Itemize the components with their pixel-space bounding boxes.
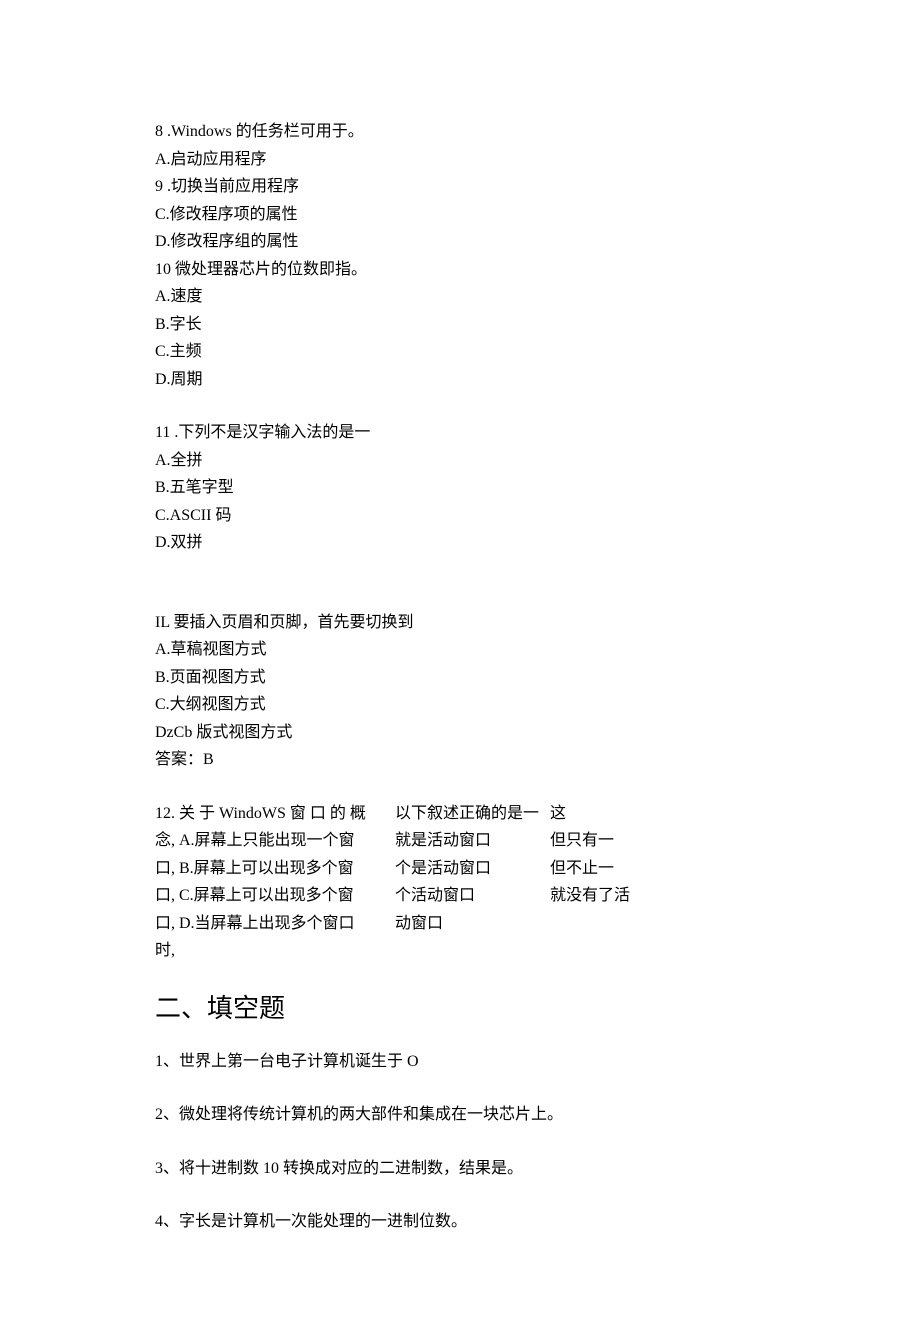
q8-stem: 8 .Windows 的任务栏可用于。 — [155, 118, 765, 146]
fill-4: 4、字长是计算机一次能处理的一进制位数。 — [155, 1208, 765, 1236]
q12-block: 12. 关 于 WindoWS 窗 口 的 概 念, A.屏幕上只能出现一个窗 … — [155, 800, 765, 965]
q10-option-a: A.速度 — [155, 283, 765, 311]
q10-stem: 10 微处理器芯片的位数即指。 — [155, 256, 765, 284]
q12-c3-l2: 但只有一 — [550, 827, 630, 855]
spacer — [155, 393, 765, 419]
q8-text: Windows 的任务栏可用于。 — [171, 123, 364, 140]
q10-option-d: D.周期 — [155, 366, 765, 394]
q8-sep: . — [163, 123, 171, 140]
qil-option-a: A.草稿视图方式 — [155, 636, 765, 664]
q8-option-d: D.修改程序组的属性 — [155, 228, 765, 256]
q12-c2-l5: 动窗口 — [395, 910, 550, 938]
spacer — [155, 557, 765, 609]
q12-c3-l3: 但不止一 — [550, 855, 630, 883]
q8-option-a: A.启动应用程序 — [155, 146, 765, 174]
q10-number: 10 — [155, 261, 171, 278]
q12-c1-l6: 时, — [155, 937, 395, 965]
q11-option-a: A.全拼 — [155, 447, 765, 475]
q8-option-c: C.修改程序项的属性 — [155, 201, 765, 229]
q12-c3-l4: 就没有了活 — [550, 882, 630, 910]
q12-col2: 以下叙述正确的是一 就是活动窗口 个是活动窗口 个活动窗口 动窗口 — [395, 800, 550, 965]
q11-option-c: C.ASCII 码 — [155, 502, 765, 530]
q8-number: 8 — [155, 123, 163, 140]
q12-c1-l3: 口, B.屏幕上可以出现多个窗 — [155, 855, 395, 883]
spacer — [155, 1129, 765, 1155]
q12-c1-l4: 口, C.屏幕上可以出现多个窗 — [155, 882, 395, 910]
q12-c1-l2: 念, A.屏幕上只能出现一个窗 — [155, 827, 395, 855]
q12-col1: 12. 关 于 WindoWS 窗 口 的 概 念, A.屏幕上只能出现一个窗 … — [155, 800, 395, 965]
q11-stem: 11 .下列不是汉字输入法的是一 — [155, 419, 765, 447]
q8-option-b-line: 9 .切换当前应用程序 — [155, 173, 765, 201]
fill-3: 3、将十进制数 10 转换成对应的二进制数，结果是。 — [155, 1155, 765, 1183]
q8-number2: 9 — [155, 178, 163, 195]
q11-option-d: D.双拼 — [155, 529, 765, 557]
q10-text: 微处理器芯片的位数即指。 — [175, 261, 367, 278]
q12-c2-l1: 以下叙述正确的是一 — [395, 800, 550, 828]
q10-option-c: C.主频 — [155, 338, 765, 366]
q8-sep2: . — [163, 178, 171, 195]
spacer — [155, 1182, 765, 1208]
q11-option-b: B.五笔字型 — [155, 474, 765, 502]
qil-option-c: C.大纲视图方式 — [155, 691, 765, 719]
q12-c2-l3: 个是活动窗口 — [395, 855, 550, 883]
q12-c3-l1: 这 — [550, 800, 630, 828]
fill-1: 1、世界上第一台电子计算机诞生于 O — [155, 1048, 765, 1076]
q8-b-text: 切换当前应用程序 — [171, 178, 299, 195]
section-2-title: 二、填空题 — [155, 965, 765, 1048]
qil-option-b: B.页面视图方式 — [155, 664, 765, 692]
q11-number: 11 — [155, 424, 170, 441]
q11-text: 下列不是汉字输入法的是一 — [178, 424, 370, 441]
qil-answer: 答案：B — [155, 746, 765, 774]
document-page: 8 .Windows 的任务栏可用于。 A.启动应用程序 9 .切换当前应用程序… — [0, 0, 920, 1336]
spacer — [155, 1075, 765, 1101]
q12-col3: 这 但只有一 但不止一 就没有了活 — [550, 800, 630, 965]
q12-c2-l4: 个活动窗口 — [395, 882, 550, 910]
q12-c1-l5: 口, D.当屏幕上出现多个窗口 — [155, 910, 395, 938]
qil-option-d: DzCb 版式视图方式 — [155, 719, 765, 747]
q12-c2-l2: 就是活动窗口 — [395, 827, 550, 855]
q10-option-b: B.字长 — [155, 311, 765, 339]
q12-c1-l1: 12. 关 于 WindoWS 窗 口 的 概 — [155, 800, 395, 828]
qil-stem: IL 要插入页眉和页脚，首先要切换到 — [155, 609, 765, 637]
fill-2: 2、微处理将传统计算机的两大部件和集成在一块芯片上。 — [155, 1101, 765, 1129]
spacer — [155, 774, 765, 800]
